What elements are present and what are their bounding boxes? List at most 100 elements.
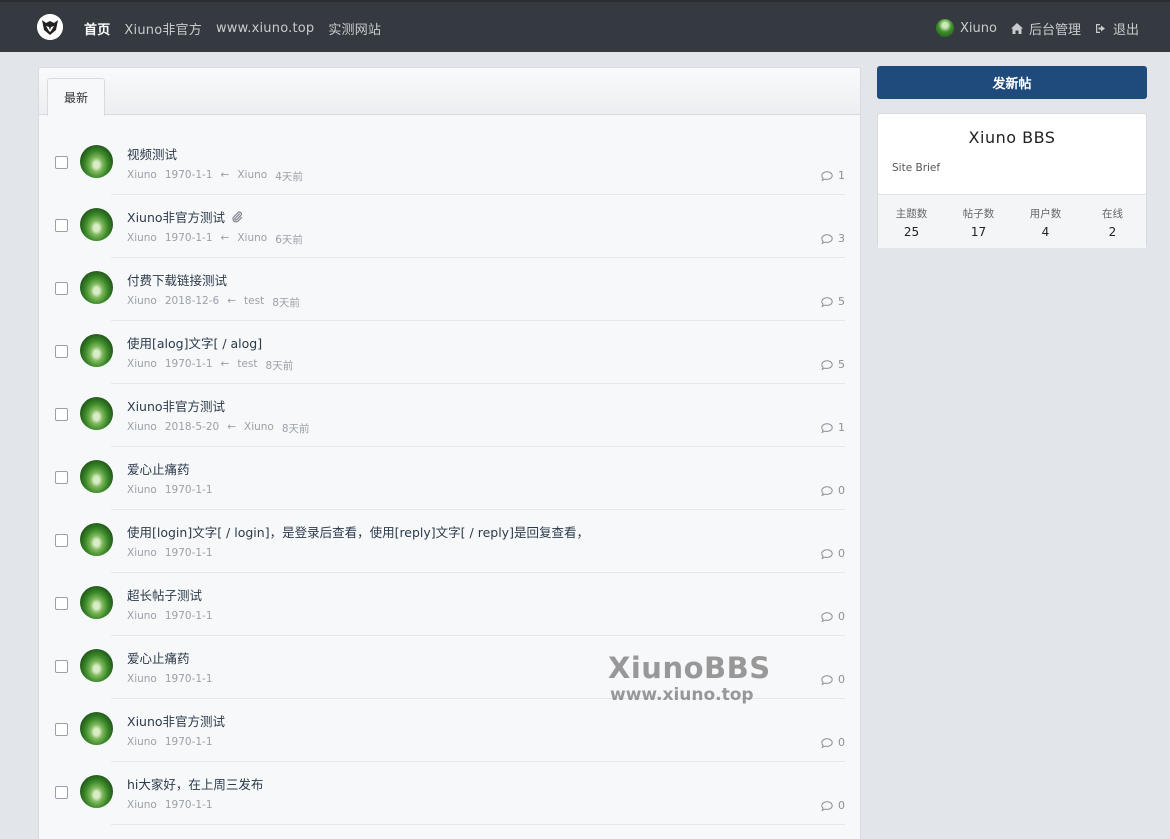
last-reply-user[interactable]: test <box>244 295 264 310</box>
site-brief: Site Brief <box>892 162 941 174</box>
author-avatar[interactable] <box>80 460 113 493</box>
comment-icon <box>821 611 833 622</box>
thread-select-checkbox[interactable] <box>55 156 68 169</box>
thread-author[interactable]: Xiuno <box>127 232 157 247</box>
thread-author[interactable]: Xiuno <box>127 547 157 559</box>
nav-link-xiuno-top[interactable]: www.xiuno.top <box>216 21 314 36</box>
reply-count: 5 <box>821 358 845 371</box>
thread-title-link[interactable]: Xiuno非官方测试 <box>127 396 225 415</box>
thread-select-checkbox[interactable] <box>55 786 68 799</box>
author-avatar[interactable] <box>80 271 113 304</box>
author-avatar[interactable] <box>80 397 113 430</box>
author-avatar[interactable] <box>80 523 113 556</box>
thread-select-checkbox[interactable] <box>55 408 68 421</box>
thread-title-link[interactable]: Xiuno非官方测试 <box>127 207 243 226</box>
new-post-button[interactable]: 发新帖 <box>877 66 1147 99</box>
thread-author[interactable]: Xiuno <box>127 169 157 184</box>
thread-date: 1970-1-1 <box>164 799 213 811</box>
comment-icon <box>821 485 833 496</box>
nav-link-home[interactable]: 首页 <box>84 19 110 38</box>
thread-author[interactable]: Xiuno <box>127 484 157 496</box>
reply-count-value: 5 <box>838 295 845 308</box>
thread-select-checkbox[interactable] <box>55 219 68 232</box>
thread-title: 使用[alog]文字[ / alog] <box>127 336 263 351</box>
thread-title-link[interactable]: 视频测试 <box>127 144 177 163</box>
thread-title: hi大家好，在上周三发布 <box>127 777 264 792</box>
thread-select-checkbox[interactable] <box>55 345 68 358</box>
logo-icon[interactable] <box>37 14 63 40</box>
reply-arrow-icon: ← <box>227 421 237 433</box>
reply-count-value: 0 <box>838 799 845 812</box>
stat-label: 主题数 <box>895 208 928 220</box>
tabs-bar: 最新 <box>39 68 860 116</box>
thread-title: Xiuno非官方测试 <box>127 714 226 729</box>
reply-arrow-icon: ← <box>220 169 230 181</box>
thread-date: 1970-1-1 <box>164 232 213 244</box>
stat-label: 帖子数 <box>962 208 995 220</box>
author-avatar[interactable] <box>80 649 113 682</box>
thread-row: 爱心止痛药 Xiuno 1970-1-1 0 <box>39 447 845 510</box>
nav-link-test-site[interactable]: 实测网站 <box>328 19 381 38</box>
thread-date: 1970-1-1 <box>164 673 213 685</box>
comment-icon <box>821 359 833 370</box>
author-avatar[interactable] <box>80 586 113 619</box>
user-name: Xiuno <box>960 20 997 36</box>
thread-title-link[interactable]: 付费下载链接测试 <box>127 270 227 289</box>
comment-icon <box>821 737 833 748</box>
last-reply-user[interactable]: Xiuno <box>237 232 267 247</box>
thread-title-link[interactable]: Xiuno非官方测试 <box>127 711 225 730</box>
stat-value: 4 <box>1041 225 1050 239</box>
thread-card: 最新 视频测试 Xiuno 1970-1-1 ← Xiuno 4天前 1 Xiuno非官方测试… <box>38 67 861 839</box>
author-avatar[interactable] <box>80 712 113 745</box>
last-reply-user[interactable]: Xiuno <box>237 169 267 184</box>
thread-title: 爱心止痛药 <box>127 462 190 477</box>
thread-title: 超长帖子测试 <box>127 588 203 603</box>
watermark-url: www.xiuno.top <box>610 685 754 705</box>
reply-count: 1 <box>821 169 845 182</box>
comment-icon <box>821 800 833 811</box>
thread-author[interactable]: Xiuno <box>127 736 157 748</box>
user-menu[interactable]: Xiuno <box>936 19 997 37</box>
thread-title-link[interactable]: 使用[alog]文字[ / alog] <box>127 333 262 352</box>
thread-author[interactable]: Xiuno <box>127 799 157 811</box>
last-reply-user[interactable]: Xiuno <box>244 421 274 436</box>
thread-select-checkbox[interactable] <box>55 534 68 547</box>
nav-link-xiuno-unofficial[interactable]: Xiuno非官方 <box>124 19 202 38</box>
author-avatar[interactable] <box>80 145 113 178</box>
thread-row: 视频测试 Xiuno 1970-1-1 ← Xiuno 4天前 1 <box>39 132 845 195</box>
thread-author[interactable]: Xiuno <box>127 610 157 622</box>
thread-author[interactable]: Xiuno <box>127 358 157 373</box>
thread-select-checkbox[interactable] <box>55 723 68 736</box>
thread-title-link[interactable]: 超长帖子测试 <box>127 585 202 604</box>
thread-meta: Xiuno 1970-1-1 ← Xiuno 4天前 <box>127 169 303 184</box>
reply-arrow-icon: ← <box>227 295 237 307</box>
reply-count-value: 1 <box>838 169 845 182</box>
thread-title-link[interactable]: 使用[login]文字[ / login]，是登录后查看，使用[reply]文字… <box>127 522 589 541</box>
site-name: Xiuno BBS <box>968 128 1056 147</box>
tab-latest[interactable]: 最新 <box>47 78 105 116</box>
last-reply-user[interactable]: test <box>237 358 257 373</box>
thread-meta: Xiuno 1970-1-1 <box>127 799 213 811</box>
comment-icon <box>821 233 833 244</box>
thread-select-checkbox[interactable] <box>55 471 68 484</box>
author-avatar[interactable] <box>80 208 113 241</box>
thread-date: 1970-1-1 <box>164 610 213 622</box>
admin-link[interactable]: 后台管理 <box>1010 19 1081 38</box>
thread-title: 视频测试 <box>127 147 178 162</box>
thread-author[interactable]: Xiuno <box>127 673 157 685</box>
thread-title-link[interactable]: 爱心止痛药 <box>127 648 190 667</box>
author-avatar[interactable] <box>80 334 113 367</box>
thread-title-link[interactable]: hi大家好，在上周三发布 <box>127 774 263 793</box>
thread-select-checkbox[interactable] <box>55 660 68 673</box>
logout-link[interactable]: 退出 <box>1095 19 1139 38</box>
thread-select-checkbox[interactable] <box>55 282 68 295</box>
thread-title-link[interactable]: 爱心止痛药 <box>127 459 190 478</box>
site-info-card: Xiuno BBS Site Brief 主题数 25 帖子数 17 用户数 4… <box>877 113 1147 248</box>
thread-author[interactable]: Xiuno <box>127 295 157 310</box>
stat-value: 25 <box>903 225 920 239</box>
thread-meta: Xiuno 1970-1-1 <box>127 610 213 622</box>
thread-select-checkbox[interactable] <box>55 597 68 610</box>
admin-label: 后台管理 <box>1028 22 1081 38</box>
author-avatar[interactable] <box>80 775 113 808</box>
thread-author[interactable]: Xiuno <box>127 421 157 436</box>
